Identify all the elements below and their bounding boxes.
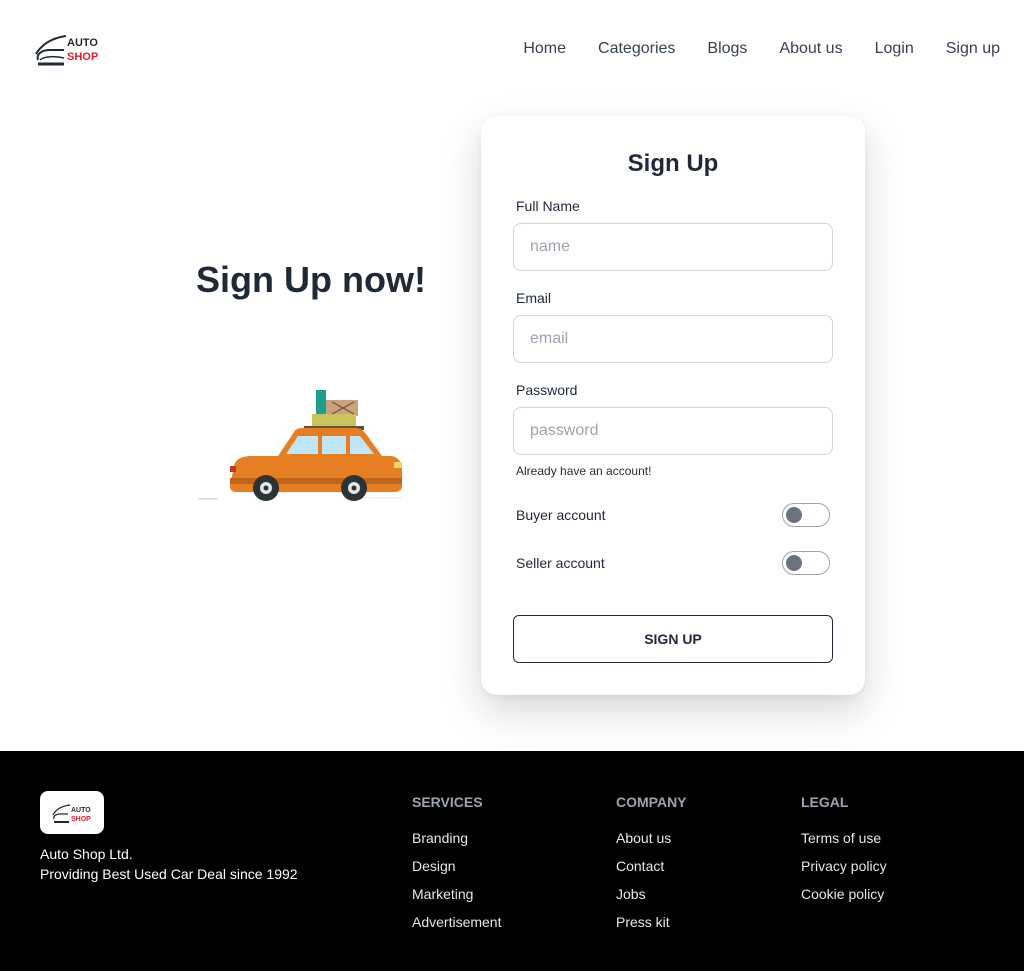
email-label: Email [516, 290, 552, 306]
car-with-luggage-illustration [198, 390, 402, 501]
footer-col-title: COMPANY [616, 794, 687, 810]
email-input[interactable] [513, 315, 833, 363]
footer-link-advertisement[interactable]: Advertisement [412, 914, 501, 930]
car-outline-icon: AUTO SHOP [35, 35, 98, 66]
footer-logo[interactable]: AUTO SHOP [40, 791, 104, 834]
buyer-account-label: Buyer account [516, 507, 606, 523]
footer-link-design[interactable]: Design [412, 858, 501, 874]
svg-text:AUTO: AUTO [67, 37, 98, 49]
full-name-label: Full Name [516, 198, 580, 214]
brand-logo[interactable]: AUTO SHOP [34, 30, 108, 70]
hero-title: Sign Up now! [196, 259, 426, 300]
footer-link-cookie-policy[interactable]: Cookie policy [801, 886, 887, 902]
nav-links: Home Categories Blogs About us Login Sig… [523, 39, 1000, 59]
nav-blogs[interactable]: Blogs [707, 39, 747, 59]
footer-link-contact[interactable]: Contact [616, 858, 687, 874]
sign-up-button[interactable]: SIGN UP [513, 615, 833, 663]
footer-col-company: COMPANY About us Contact Jobs Press kit [616, 794, 687, 942]
nav-categories[interactable]: Categories [598, 39, 675, 59]
footer: AUTO SHOP Auto Shop Ltd. Providing Best … [0, 751, 1024, 971]
password-label: Password [516, 382, 578, 398]
signup-card: Sign Up Full Name Email Password Already… [481, 116, 865, 695]
nav-home[interactable]: Home [523, 39, 566, 59]
already-have-account-link[interactable]: Already have an account! [516, 464, 651, 478]
footer-link-jobs[interactable]: Jobs [616, 886, 687, 902]
footer-company-info: Auto Shop Ltd. Providing Best Used Car D… [40, 844, 298, 884]
full-name-input[interactable] [513, 223, 833, 271]
footer-tagline: Providing Best Used Car Deal since 1992 [40, 866, 298, 882]
signup-title: Sign Up [627, 150, 719, 177]
seller-account-row: Seller account [516, 551, 830, 575]
footer-company-name: Auto Shop Ltd. [40, 846, 133, 862]
footer-col-legal: LEGAL Terms of use Privacy policy Cookie… [801, 794, 887, 914]
seller-account-label: Seller account [516, 555, 605, 571]
footer-col-services: SERVICES Branding Design Marketing Adver… [412, 794, 501, 942]
toggle-knob [786, 507, 802, 523]
svg-text:SHOP: SHOP [71, 816, 91, 823]
toggle-knob [786, 555, 802, 571]
car-illustration [196, 386, 406, 504]
nav-login[interactable]: Login [875, 39, 914, 59]
car-outline-icon: AUTO SHOP [52, 804, 91, 823]
footer-link-marketing[interactable]: Marketing [412, 886, 501, 902]
footer-link-branding[interactable]: Branding [412, 830, 501, 846]
footer-link-about-us[interactable]: About us [616, 830, 687, 846]
footer-link-press-kit[interactable]: Press kit [616, 914, 687, 930]
footer-link-terms-of-use[interactable]: Terms of use [801, 830, 887, 846]
seller-account-toggle[interactable] [782, 551, 830, 575]
buyer-account-toggle[interactable] [782, 503, 830, 527]
footer-link-privacy-policy[interactable]: Privacy policy [801, 858, 887, 874]
nav-about-us[interactable]: About us [779, 39, 842, 59]
svg-text:AUTO: AUTO [71, 807, 91, 814]
navbar: AUTO SHOP Home Categories Blogs About us… [0, 0, 1024, 100]
buyer-account-row: Buyer account [516, 503, 830, 527]
password-input[interactable] [513, 407, 833, 455]
nav-sign-up[interactable]: Sign up [946, 39, 1000, 59]
footer-col-title: LEGAL [801, 794, 849, 810]
footer-col-title: SERVICES [412, 794, 483, 810]
svg-text:SHOP: SHOP [67, 51, 98, 63]
